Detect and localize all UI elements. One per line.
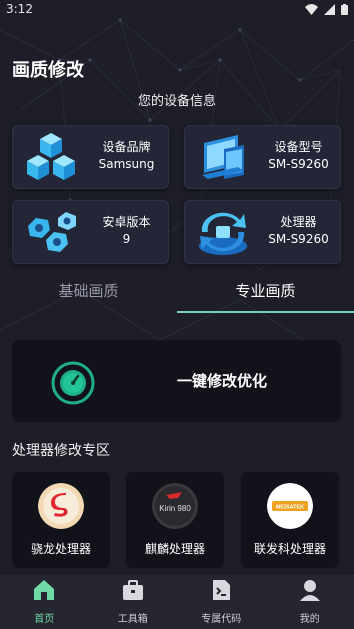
processor-zone-title: 处理器修改专区 bbox=[12, 443, 110, 459]
nav-toolbox-label: 工具箱 bbox=[117, 614, 148, 625]
nav-toolbox[interactable]: 工具箱 bbox=[89, 575, 178, 629]
kirin-logo-text: Kirin 980 bbox=[159, 504, 191, 513]
kirin-card[interactable]: Kirin 980 麒麟处理器 bbox=[126, 472, 224, 568]
device-model-card: 设备型号 SM-S9260 bbox=[184, 125, 341, 189]
status-time: 3:12 bbox=[6, 2, 33, 16]
mediatek-logo: MEDIATEK bbox=[267, 483, 313, 529]
page-title: 画质修改 bbox=[12, 60, 84, 81]
tab-basic-quality[interactable]: 基础画质 bbox=[0, 276, 177, 312]
processor-value: SM-S9260 bbox=[268, 232, 329, 246]
bottom-nav: 首页 工具箱 专属代码 我的 bbox=[0, 575, 354, 629]
signal-icon bbox=[324, 3, 335, 15]
one-tap-optimize-button[interactable]: 一键修改优化 bbox=[12, 340, 341, 422]
snapdragon-label: 骁龙处理器 bbox=[30, 542, 91, 556]
android-version-card: 安卓版本 9 bbox=[12, 200, 169, 264]
device-model-label: 设备型号 bbox=[274, 140, 323, 154]
mediatek-label: 联发科处理器 bbox=[253, 542, 326, 556]
tab-pro-quality[interactable]: 专业画质 bbox=[177, 276, 354, 312]
processor-card: 处理器 SM-S9260 bbox=[184, 200, 341, 264]
kirin-logo: Kirin 980 bbox=[152, 483, 198, 529]
nav-exclusive-code[interactable]: 专属代码 bbox=[177, 575, 266, 629]
refresh-chip-icon bbox=[199, 212, 247, 255]
status-bar: 3:12 bbox=[0, 0, 354, 18]
active-tab-indicator bbox=[177, 311, 354, 313]
battery-icon bbox=[341, 3, 348, 15]
device-info-heading: 您的设备信息 bbox=[137, 94, 216, 109]
nav-exclusive-code-label: 专属代码 bbox=[201, 614, 242, 625]
kirin-label: 麒麟处理器 bbox=[144, 542, 205, 556]
home-icon bbox=[34, 580, 55, 600]
device-model-value: SM-S9260 bbox=[268, 157, 329, 171]
device-brand-card: 设备品牌 Samsung bbox=[12, 125, 169, 189]
quality-tabs: 基础画质 专业画质 bbox=[0, 276, 354, 316]
optimize-label: 一键修改优化 bbox=[176, 372, 267, 390]
nav-home[interactable]: 首页 bbox=[0, 575, 89, 629]
cubes-icon bbox=[27, 133, 75, 180]
processor-label: 处理器 bbox=[280, 215, 317, 229]
code-file-icon bbox=[213, 580, 231, 600]
profile-icon bbox=[299, 580, 320, 601]
mediatek-card[interactable]: MEDIATEK 联发科处理器 bbox=[241, 472, 339, 568]
gear-nuts-icon bbox=[28, 212, 76, 252]
device-brand-value: Samsung bbox=[98, 157, 155, 171]
android-version-value: 9 bbox=[122, 232, 131, 246]
toolbox-icon bbox=[122, 580, 143, 600]
nav-home-label: 首页 bbox=[34, 614, 55, 625]
devices-icon bbox=[202, 135, 244, 179]
wifi-icon bbox=[305, 3, 318, 15]
android-version-label: 安卓版本 bbox=[102, 215, 151, 229]
nav-profile-label: 我的 bbox=[299, 614, 320, 625]
timer-icon bbox=[51, 361, 95, 405]
snapdragon-logo bbox=[38, 483, 84, 529]
device-brand-label: 设备品牌 bbox=[102, 140, 151, 154]
snapdragon-card[interactable]: 骁龙处理器 bbox=[12, 472, 110, 568]
nav-profile[interactable]: 我的 bbox=[266, 575, 354, 629]
mediatek-logo-text: MEDIATEK bbox=[276, 505, 304, 511]
